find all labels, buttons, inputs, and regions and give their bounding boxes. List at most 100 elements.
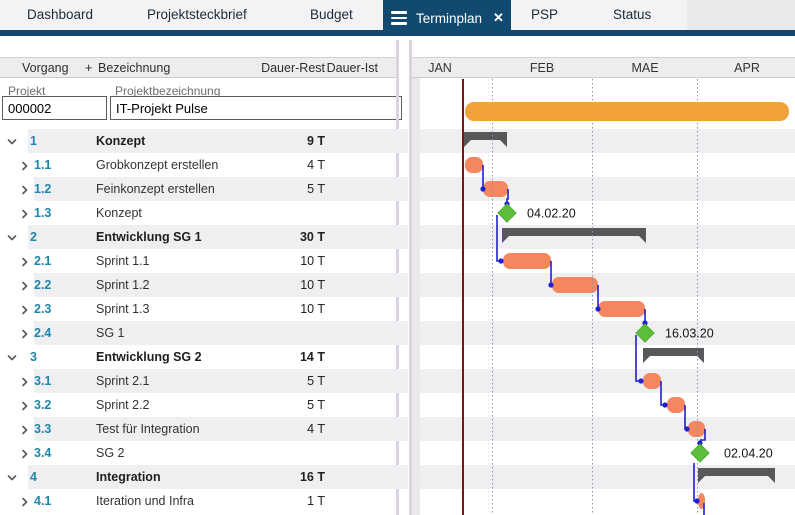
gantt-task-bar[interactable] — [465, 157, 483, 173]
chevron-right-icon[interactable] — [19, 495, 31, 507]
chart-row-stripe — [420, 177, 795, 201]
chevron-down-icon[interactable] — [6, 351, 18, 363]
connector-arrow-dot — [697, 440, 702, 445]
chevron-down-icon[interactable] — [6, 471, 18, 483]
table-row[interactable]: 4Integration16 T — [0, 465, 408, 489]
chevron-down-icon[interactable] — [6, 135, 18, 147]
month-label-jan: JAN — [428, 61, 452, 75]
row-bezeichnung: Sprint 1.2 — [96, 278, 150, 292]
chevron-right-icon[interactable] — [19, 327, 31, 339]
gantt-summary-bar[interactable] — [643, 348, 704, 363]
table-row[interactable]: 1.1Grobkonzept erstellen4 T — [0, 153, 408, 177]
row-bezeichnung: Test für Integration — [96, 422, 200, 436]
row-number: 1.1 — [34, 158, 51, 172]
row-number: 4.1 — [34, 494, 51, 508]
tab-dashboard[interactable]: Dashboard — [27, 0, 93, 30]
table-row[interactable]: 3.3Test für Integration4 T — [0, 417, 408, 441]
chevron-right-icon[interactable] — [19, 207, 31, 219]
row-bezeichnung: Sprint 1.3 — [96, 302, 150, 316]
connector-arrow-dot — [595, 306, 600, 311]
row-number: 3.4 — [34, 446, 51, 460]
milestone-date-label: 02.04.20 — [724, 447, 773, 461]
row-dauer-rest: 30 T — [240, 230, 325, 244]
table-row[interactable]: 3.2Sprint 2.25 T — [0, 393, 408, 417]
milestone-date-label: 04.02.20 — [527, 207, 576, 221]
row-number: 2.3 — [34, 302, 51, 316]
table-row[interactable]: 3.4 SG 2 — [0, 441, 408, 465]
row-dauer-rest: 1 T — [240, 494, 325, 508]
table-row[interactable]: 1.3Konzept — [0, 201, 408, 225]
table-row[interactable]: 4.1Iteration und Infra1 T — [0, 489, 408, 513]
menu-icon[interactable] — [391, 11, 407, 25]
chevron-right-icon[interactable] — [19, 375, 31, 387]
row-number: 1.2 — [34, 182, 51, 196]
row-bezeichnung: Entwicklung SG 2 — [96, 350, 202, 364]
tab-status[interactable]: Status — [613, 0, 651, 30]
connector-arrow-dot — [498, 258, 503, 263]
table-row[interactable]: 1Konzept9 T — [0, 129, 408, 153]
row-bezeichnung: SG 2 — [96, 446, 125, 460]
row-dauer-rest: 5 T — [240, 374, 325, 388]
chart-left-gutter — [412, 78, 420, 515]
add-column-button[interactable]: + — [85, 61, 92, 75]
project-name-input[interactable] — [110, 96, 402, 120]
row-dauer-rest: 16 T — [240, 470, 325, 484]
row-number: 3.2 — [34, 398, 51, 412]
row-stripe — [34, 369, 408, 393]
gantt-milestone[interactable] — [691, 444, 709, 462]
connector-arrow-dot — [662, 402, 667, 407]
table-row[interactable]: 2.3Sprint 1.310 T — [0, 297, 408, 321]
chevron-right-icon[interactable] — [19, 159, 31, 171]
table-row[interactable]: 2.1Sprint 1.110 T — [0, 249, 408, 273]
month-label-apr: APR — [734, 61, 760, 75]
chevron-right-icon[interactable] — [19, 279, 31, 291]
chevron-right-icon[interactable] — [19, 255, 31, 267]
row-dauer-rest: 14 T — [240, 350, 325, 364]
project-id-input[interactable] — [2, 96, 107, 120]
table-row[interactable]: 3.1Sprint 2.15 T — [0, 369, 408, 393]
row-stripe — [34, 321, 408, 345]
tab-psp[interactable]: PSP — [531, 0, 558, 30]
chart-row-stripe — [420, 417, 795, 441]
column-header-bezeichnung[interactable]: Bezeichnung — [98, 61, 170, 75]
tab-bar-right-area — [687, 0, 795, 30]
month-label-feb: FEB — [530, 61, 554, 75]
row-stripe — [34, 273, 408, 297]
chevron-right-icon[interactable] — [19, 399, 31, 411]
table-row[interactable]: 2.4SG 1 — [0, 321, 408, 345]
chart-row-stripe — [420, 273, 795, 297]
chevron-down-icon[interactable] — [6, 231, 18, 243]
table-row[interactable]: 2Entwicklung SG 130 T — [0, 225, 408, 249]
column-header-dauer-ist[interactable]: Dauer-Ist — [293, 61, 378, 75]
row-number: 3.3 — [34, 422, 51, 436]
column-header-vorgang[interactable]: Vorgang — [22, 61, 69, 75]
tab-projektsteckbrief[interactable]: Projektsteckbrief — [147, 0, 247, 30]
chevron-right-icon[interactable] — [19, 183, 31, 195]
table-row[interactable]: 1.2Feinkonzept erstellen5 T — [0, 177, 408, 201]
table-row[interactable]: 2.2Sprint 1.210 T — [0, 273, 408, 297]
close-tab-icon[interactable]: ✕ — [493, 10, 504, 26]
gantt-task-bar[interactable] — [698, 493, 705, 509]
table-row[interactable]: 3Entwicklung SG 214 T — [0, 345, 408, 369]
row-stripe — [28, 225, 408, 249]
tab-budget[interactable]: Budget — [310, 0, 353, 30]
chevron-right-icon[interactable] — [19, 303, 31, 315]
row-number: 4 — [30, 470, 37, 484]
gantt-task-bar[interactable] — [667, 397, 685, 413]
gantt-task-bar[interactable] — [503, 253, 551, 269]
today-line — [462, 79, 464, 515]
row-dauer-rest: 5 T — [240, 182, 325, 196]
row-dauer-rest: 10 T — [240, 254, 325, 268]
row-bezeichnung: Entwicklung SG 1 — [96, 230, 202, 244]
gantt-task-bar[interactable] — [598, 301, 645, 317]
tab-terminplan-active[interactable]: Terminplan ✕ — [383, 0, 511, 36]
row-number: 3.1 — [34, 374, 51, 388]
chevron-right-icon[interactable] — [19, 447, 31, 459]
connector-arrow-dot — [694, 498, 699, 503]
month-label-mae: MAE — [631, 61, 658, 75]
row-bezeichnung: Konzept — [96, 206, 142, 220]
chevron-right-icon[interactable] — [19, 423, 31, 435]
gantt-project-bar[interactable] — [465, 102, 789, 121]
row-dauer-rest: 9 T — [240, 134, 325, 148]
gantt-milestone[interactable] — [498, 204, 516, 222]
